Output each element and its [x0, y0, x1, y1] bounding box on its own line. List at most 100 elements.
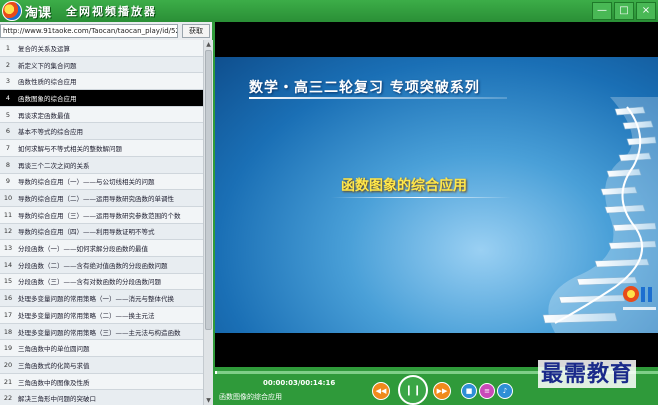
logo-mark-icon	[2, 1, 22, 21]
rewind-button[interactable]: ◀◀	[372, 382, 390, 400]
url-bar: http://www.91taoke.com/Taocan/taocan_pla…	[0, 24, 212, 38]
playlist-item-number: 8	[5, 160, 11, 169]
volume-button[interactable]: ♪	[497, 383, 513, 399]
playlist-item-title: 处理多变量问题的常用策略（二）——换主元法	[18, 311, 155, 320]
playlist-item-number: 19	[3, 344, 13, 353]
playlist-item[interactable]: 14 分段函数（二）——含有绝对值函数的分段函数问题	[0, 256, 203, 274]
scroll-up-icon[interactable]: ▲	[204, 40, 213, 49]
playlist-item-title: 处理多变量问题的常用策略（一）——消元与整体代换	[18, 295, 174, 304]
playlist-item-title: 新定义下的集合问题	[18, 61, 77, 70]
playlist-item-title: 导数的综合应用（一）——与公切线相关的问题	[18, 178, 155, 187]
now-playing-title: 函数图像的综合应用	[219, 393, 282, 401]
playlist-item-title: 导数的综合应用（三）——运用导数研究参数范围的个数	[18, 211, 181, 220]
playlist-item-title: 如何求解与不等式相关的整数解问题	[18, 144, 122, 153]
rewind-icon: ◀◀	[375, 387, 387, 395]
volume-icon: ♪	[502, 387, 508, 395]
pause-icon: ❙❙	[404, 384, 422, 396]
pause-button[interactable]: ❙❙	[398, 375, 428, 405]
playlist-item-title: 复合的关系及运算	[18, 44, 70, 53]
playlist-item-title: 三角函数式的化简与求值	[18, 361, 90, 370]
playlist-item-title: 再谈求定函数最值	[18, 111, 70, 120]
playlist-item[interactable]: 16 处理多变量问题的常用策略（一）——消元与整体代换	[0, 290, 203, 307]
playlist-item-number: 6	[5, 127, 11, 136]
playlist-item[interactable]: 12 导数的综合应用（四）——利用导数证明不等式	[0, 223, 203, 241]
playlist-item-title: 函数图象的综合应用	[18, 94, 77, 103]
playlist-item-number: 10	[3, 194, 13, 203]
playlist-item-number: 12	[3, 227, 13, 236]
playlist-item-number: 13	[3, 244, 13, 253]
playlist-item-title: 再谈三个二次之间的关系	[18, 161, 90, 170]
playlist-item[interactable]: 3 函数性质的综合应用	[0, 73, 203, 91]
scroll-down-icon[interactable]: ▼	[204, 396, 213, 405]
slide-header-underline	[249, 97, 507, 99]
slide-topic-underline	[331, 197, 511, 198]
playlist-item[interactable]: 17 处理多变量问题的常用策略（二）——换主元法	[0, 307, 203, 324]
playlist-item[interactable]: 19 三角函数中的单位圆问题	[0, 340, 203, 358]
watermark: 最需教育	[538, 360, 637, 388]
url-input[interactable]: http://www.91taoke.com/Taocan/taocan_pla…	[0, 24, 178, 38]
playlist-item-title: 分段函数（一）——如何求解分段函数的最值	[18, 245, 148, 254]
playlist-item[interactable]: 18 处理多变量问题的常用策略（三）——主元法与构造函数	[0, 323, 203, 341]
get-button[interactable]: 获取	[182, 24, 210, 38]
playlist-item-number: 20	[3, 360, 13, 369]
playlist-item-title: 基本不等式的综合应用	[18, 128, 83, 137]
left-panel: http://www.91taoke.com/Taocan/taocan_pla…	[0, 22, 213, 405]
playlist-item-number: 7	[5, 143, 11, 152]
playlist-item-title: 三角函数中的图像及性质	[18, 378, 90, 387]
playlist-item-number: 15	[3, 277, 13, 286]
playlist-item[interactable]: 6 基本不等式的综合应用	[0, 123, 203, 141]
fast-forward-icon: ▶▶	[436, 387, 448, 395]
fast-forward-button[interactable]: ▶▶	[433, 382, 451, 400]
progress-fill	[215, 371, 217, 374]
playlist-item[interactable]: 13 分段函数（一）——如何求解分段函数的最值	[0, 240, 203, 257]
playlist-item[interactable]: 20 三角函数式的化简与求值	[0, 357, 203, 374]
playlist-item[interactable]: 7 如何求解与不等式相关的整数解问题	[0, 140, 203, 157]
playlist-item-number: 22	[3, 394, 13, 403]
time-display: 00:00:03/00:14:16	[263, 379, 336, 387]
playlist-item-number: 1	[5, 43, 11, 52]
playlist-item[interactable]: 9 导数的综合应用（一）——与公切线相关的问题	[0, 173, 203, 191]
playlist-item-title: 分段函数（二）——含有绝对值函数的分段函数问题	[18, 261, 168, 270]
playlist-item-number: 14	[3, 260, 13, 269]
playlist-item-title: 分段函数（三）——含有对数函数的分段函数问题	[18, 278, 161, 287]
playlist-item-number: 5	[5, 110, 11, 119]
playlist-item[interactable]: 21 三角函数中的图像及性质	[0, 373, 203, 391]
logo-text: 淘课	[25, 5, 52, 21]
app-logo: 淘课	[2, 1, 62, 21]
stop-button[interactable]: ■	[461, 383, 477, 399]
playlist-item-number: 3	[5, 77, 11, 86]
slide-topic: 函数图象的综合应用	[341, 178, 467, 194]
playlist-item[interactable]: 1 复合的关系及运算	[0, 40, 203, 57]
playlist-item[interactable]: 4 函数图象的综合应用	[0, 90, 203, 107]
playlist-item[interactable]: 15 分段函数（三）——含有对数函数的分段函数问题	[0, 273, 203, 291]
playlist-item-number: 17	[3, 310, 13, 319]
playlist-item-title: 处理多变量问题的常用策略（三）——主元法与构造函数	[18, 328, 181, 337]
title-bar: 淘课 全网视频播放器 — □ ×	[0, 0, 658, 22]
playlist-item-title: 三角函数中的单位圆问题	[18, 345, 90, 354]
app-title: 全网视频播放器	[66, 5, 157, 18]
playlist-item-number: 9	[5, 177, 11, 186]
playlist-item[interactable]: 2 新定义下的集合问题	[0, 56, 203, 74]
playlist-item-title: 解决三角形中问题的突破口	[18, 395, 96, 404]
playlist-item-number: 4	[5, 93, 11, 102]
playlist: 1 复合的关系及运算 2 新定义下的集合问题 3 函数性质的综合应用 4 函数图象的综合应用 5…	[0, 40, 203, 405]
maximize-button[interactable]: □	[614, 2, 634, 20]
video-frame: 数学・高三二轮复习 专项突破系列 函数图象的综合应用	[215, 57, 658, 333]
playlist-item-number: 16	[3, 294, 13, 303]
close-button[interactable]: ×	[636, 2, 656, 20]
minimize-button[interactable]: —	[592, 2, 612, 20]
brand-logo-icon	[623, 286, 656, 310]
playlist-item[interactable]: 11 导数的综合应用（三）——运用导数研究参数范围的个数	[0, 206, 203, 224]
list-icon: ≡	[484, 387, 490, 395]
playlist-item[interactable]: 8 再谈三个二次之间的关系	[0, 156, 203, 174]
video-area[interactable]: 数学・高三二轮复习 专项突破系列 函数图象的综合应用	[215, 22, 658, 367]
playlist-item-number: 21	[3, 377, 13, 386]
playlist-item[interactable]: 5 再谈求定函数最值	[0, 106, 203, 124]
playlist-item-title: 导数的综合应用（二）——运用导数研究函数的单调性	[18, 195, 174, 204]
slide-header: 数学・高三二轮复习 专项突破系列	[249, 80, 480, 96]
playlist-scrollbar[interactable]: ▲ ▼	[203, 40, 213, 405]
playlist-item[interactable]: 10 导数的综合应用（二）——运用导数研究函数的单调性	[0, 190, 203, 207]
playlist-button[interactable]: ≡	[479, 383, 495, 399]
playlist-item[interactable]: 22 解决三角形中问题的突破口	[0, 390, 203, 405]
scroll-thumb[interactable]	[205, 50, 212, 330]
